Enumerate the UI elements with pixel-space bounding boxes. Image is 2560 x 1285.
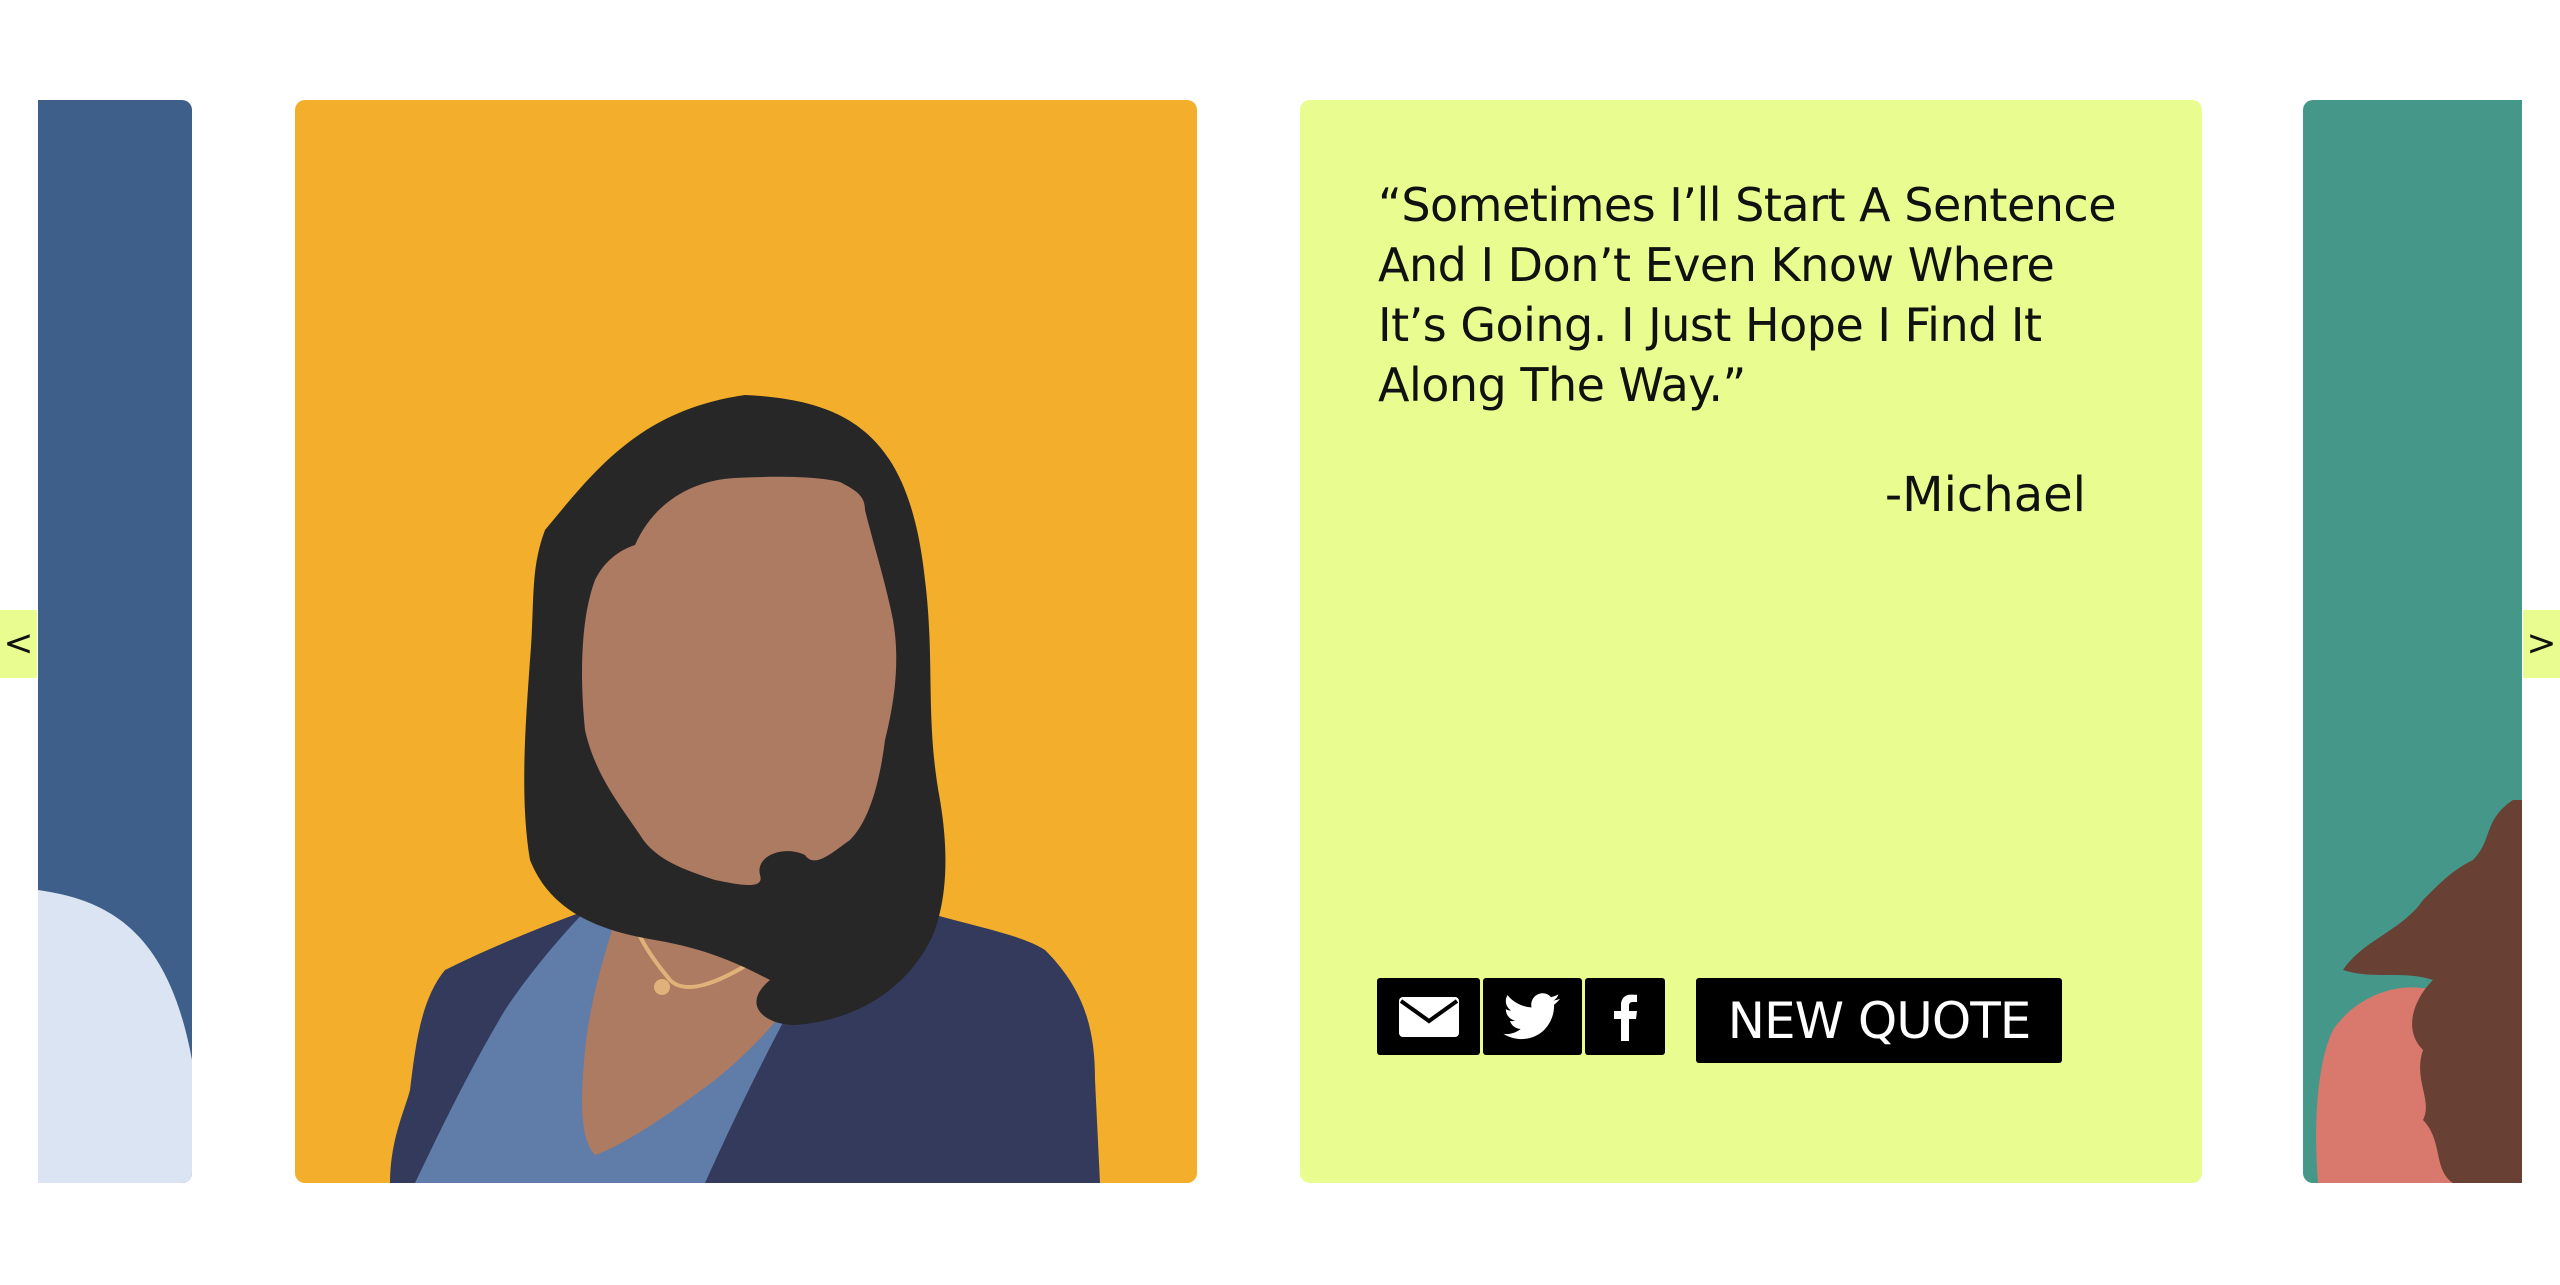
email-share-button[interactable] bbox=[1377, 978, 1480, 1055]
quote-text: “Sometimes I’ll Start A Sentence And I D… bbox=[1378, 178, 2117, 412]
quote-author: -Michael bbox=[1884, 467, 2086, 523]
carousel-card-previous[interactable] bbox=[38, 100, 192, 1183]
carousel-next-button[interactable]: > bbox=[2523, 610, 2560, 678]
new-quote-button[interactable]: NEW QUOTE bbox=[1696, 978, 2062, 1063]
facebook-f-icon bbox=[1614, 994, 1637, 1041]
previous-person-illustration bbox=[38, 890, 192, 1183]
carousel-prev-button[interactable]: < bbox=[0, 610, 37, 678]
twitter-bird-icon bbox=[1503, 992, 1561, 1039]
portrait-illustration bbox=[390, 395, 1100, 1183]
quote-card: “Sometimes I’ll Start A Sentence And I D… bbox=[1300, 100, 2202, 1183]
envelope-icon bbox=[1398, 996, 1459, 1037]
twitter-share-button[interactable] bbox=[1483, 978, 1582, 1055]
carousel-card-next[interactable] bbox=[2303, 100, 2522, 1183]
next-person-illustration bbox=[2316, 800, 2522, 1183]
facebook-share-button[interactable] bbox=[1585, 978, 1665, 1055]
portrait-card bbox=[295, 100, 1197, 1183]
